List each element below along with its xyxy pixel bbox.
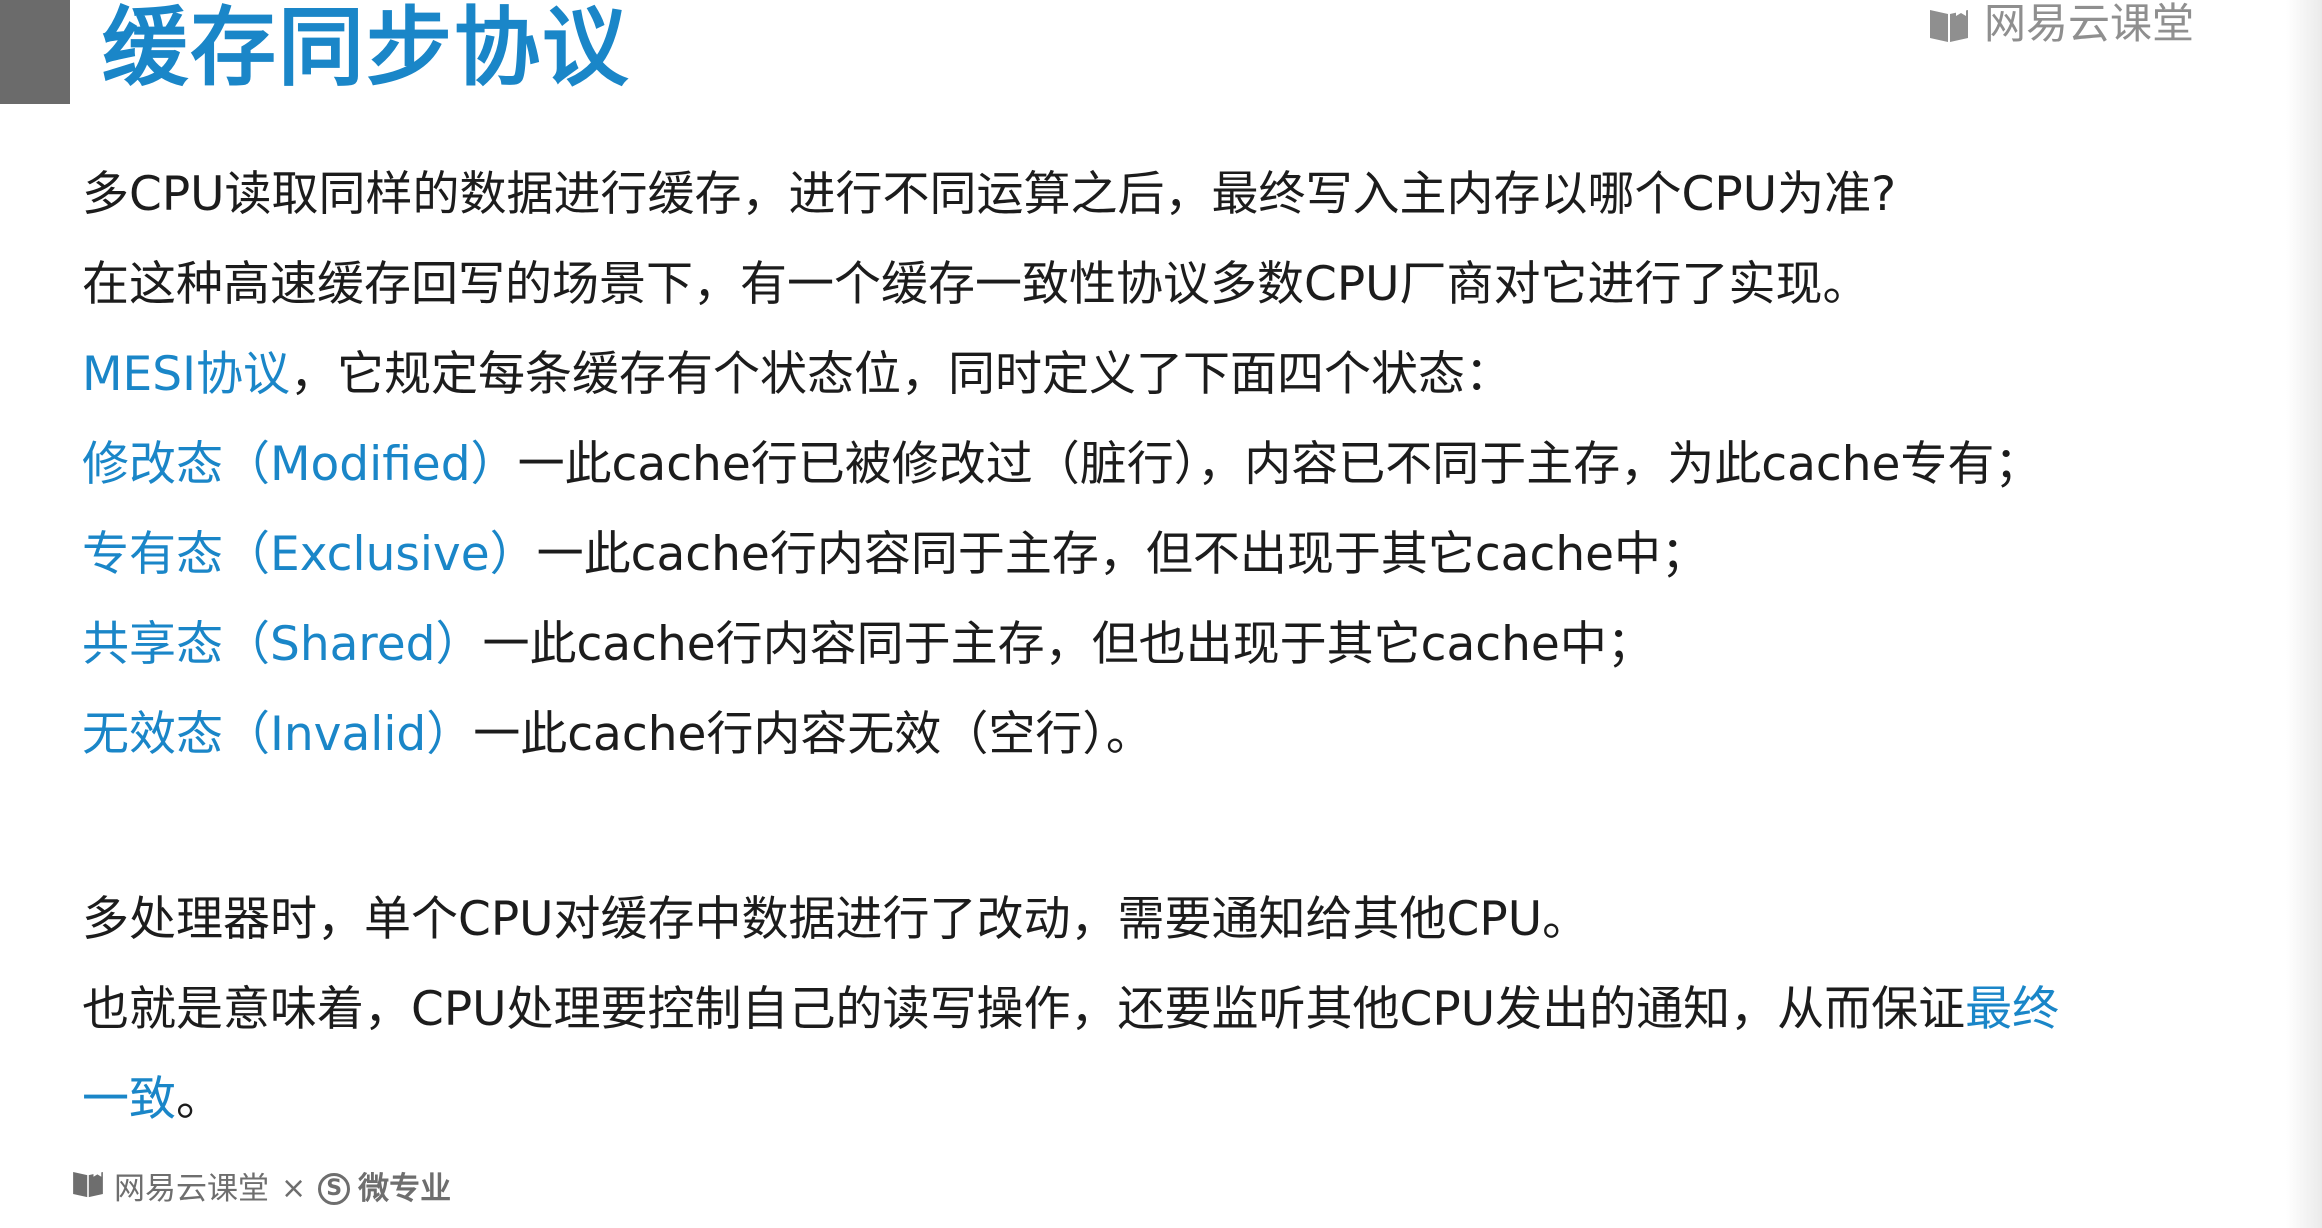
mesi-description: ，它规定每条缓存有个状态位，同时定义了下面四个状态：	[289, 347, 1512, 402]
book-icon	[70, 1166, 106, 1212]
brand-logo-top: 网易云课堂	[1926, 0, 2194, 48]
state-invalid: 无效态（Invalid）一此cache行内容无效（空行）。	[82, 690, 2262, 780]
text-line-question: 多CPU读取同样的数据进行缓存，进行不同运算之后，最终写入主内存以哪个CPU为准…	[82, 167, 1897, 222]
text-line-monitor: 也就是意味着，CPU处理要控制自己的读写操作，还要监听其他CPU发出的通知，从而…	[82, 965, 2262, 1055]
state-exclusive-label: 专有态（Exclusive）	[82, 527, 537, 582]
state-modified-label: 修改态（Modified）	[82, 437, 518, 492]
slide: 缓存同步协议 网易云课堂 多CPU读取同样的数据进行缓存，进行不同运算之后，最终…	[0, 0, 2322, 1228]
consistency-highlight: 一致	[82, 1072, 176, 1127]
text-line-consistency: 一致。	[82, 1055, 2262, 1145]
state-shared-label: 共享态（Shared）	[82, 617, 483, 672]
monitor-text: 也就是意味着，CPU处理要控制自己的读写操作，还要监听其他CPU发出的通知，从而…	[82, 982, 1966, 1037]
state-modified-text: 一此cache行已被修改过（脏行），内容已不同于主存，为此cache专有；	[517, 437, 2042, 492]
eventual-highlight: 最终	[1965, 982, 2060, 1037]
book-icon	[1926, 4, 1972, 44]
brand-footer: 网易云课堂 × S 微专业	[70, 1166, 451, 1212]
state-exclusive: 专有态（Exclusive）一此cache行内容同于主存，但不出现于其它cach…	[82, 510, 2262, 600]
title-accent-bar	[0, 0, 70, 104]
micro-major-label: 微专业	[358, 1171, 452, 1207]
state-exclusive-text: 一此cache行内容同于主存，但不出现于其它cache中；	[536, 527, 1709, 582]
edge-shadow	[2286, 0, 2322, 1228]
state-modified: 修改态（Modified）一此cache行已被修改过（脏行），内容已不同于主存，…	[82, 420, 2262, 510]
brand-name-footer: 网易云课堂	[114, 1171, 269, 1207]
content-body: 多CPU读取同样的数据进行缓存，进行不同运算之后，最终写入主内存以哪个CPU为准…	[82, 150, 2262, 1145]
mesi-highlight: MESI协议	[82, 347, 290, 402]
text-line-mesi: MESI协议，它规定每条缓存有个状态位，同时定义了下面四个状态：	[82, 330, 2262, 420]
times-symbol: ×	[281, 1171, 307, 1206]
text-line-coherence: 在这种高速缓存回写的场景下，有一个缓存一致性协议多数CPU厂商对它进行了实现。	[82, 257, 1870, 312]
state-invalid-label: 无效态（Invalid）	[82, 707, 474, 762]
brand-name-top: 网易云课堂	[1984, 0, 2195, 48]
consistency-period: 。	[176, 1072, 223, 1127]
page-title: 缓存同步协议	[102, 0, 630, 98]
s-circle-icon: S	[318, 1173, 351, 1205]
state-shared: 共享态（Shared）一此cache行内容同于主存，但也出现于其它cache中；	[82, 600, 2262, 690]
text-line-multiprocessor: 多处理器时，单个CPU对缓存中数据进行了改动，需要通知给其他CPU。	[82, 892, 1590, 947]
state-invalid-text: 一此cache行内容无效（空行）。	[473, 707, 1153, 762]
state-shared-text: 一此cache行内容同于主存，但也出现于其它cache中；	[482, 617, 1654, 672]
